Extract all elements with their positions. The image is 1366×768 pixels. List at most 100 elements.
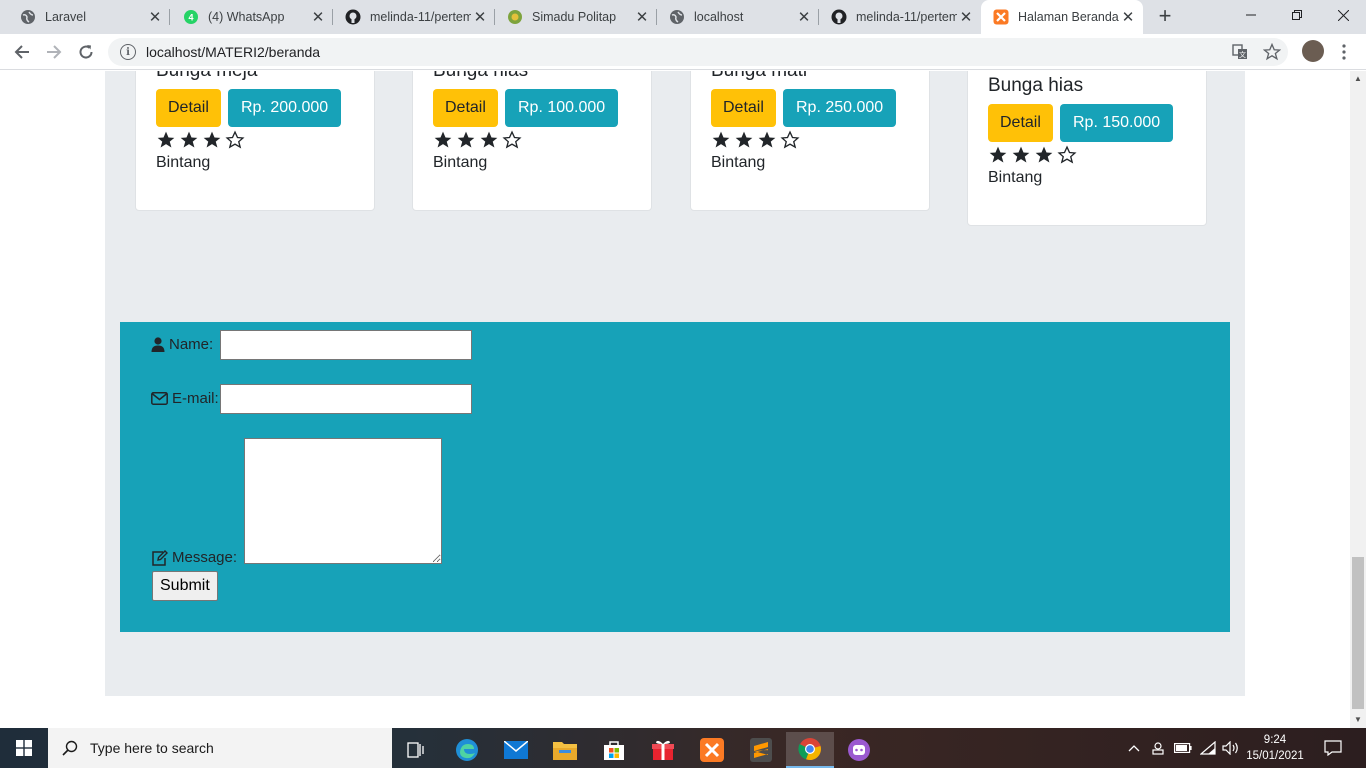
detail-button[interactable]: Detail — [988, 104, 1053, 142]
tab-title: (4) WhatsApp — [208, 10, 285, 24]
search-icon — [62, 740, 78, 756]
price-button[interactable]: Rp. 100.000 — [505, 89, 619, 127]
globe-icon — [20, 9, 36, 25]
star-filled-icon — [457, 131, 475, 148]
svg-text:4: 4 — [188, 13, 193, 23]
forward-arrow-icon — [47, 45, 62, 59]
xampp-icon — [993, 9, 1009, 25]
scroll-up-arrow-icon[interactable]: ▲ — [1350, 71, 1366, 87]
windows-taskbar: Type here to search 9:24 15/01/2021 — [0, 728, 1366, 768]
bookmark-star-icon[interactable] — [1262, 42, 1282, 62]
close-icon[interactable]: ✕ — [471, 8, 489, 26]
scroll-down-arrow-icon[interactable]: ▼ — [1350, 712, 1366, 728]
forward-button[interactable] — [40, 38, 68, 66]
taskbar-search[interactable]: Type here to search — [48, 728, 392, 768]
close-icon[interactable]: ✕ — [146, 8, 164, 26]
submit-button[interactable]: Submit — [152, 571, 218, 601]
tab-simadu[interactable]: Simadu Politap ✕ — [495, 0, 657, 34]
sublime-text-icon[interactable] — [737, 732, 785, 768]
people-icon[interactable] — [1148, 728, 1168, 768]
close-icon[interactable]: ✕ — [795, 8, 813, 26]
back-button[interactable] — [8, 38, 36, 66]
translate-icon[interactable]: 文 — [1230, 42, 1250, 62]
rating-label: Bintang — [988, 169, 1043, 186]
menu-dots-icon[interactable] — [1334, 42, 1354, 62]
close-icon[interactable]: ✕ — [309, 8, 327, 26]
page-scrollbar[interactable]: ▲ ▼ — [1350, 71, 1366, 728]
user-icon — [151, 337, 165, 352]
svg-text:文: 文 — [1239, 50, 1246, 59]
star-filled-icon — [157, 131, 175, 148]
tab-halaman-beranda[interactable]: Halaman Beranda ✕ — [981, 0, 1143, 34]
edge-icon[interactable] — [443, 732, 491, 768]
message-label: Message: — [172, 549, 238, 566]
email-label: E-mail: — [172, 390, 219, 407]
address-bar[interactable]: i localhost/MATERI2/beranda — [108, 38, 1288, 66]
star-filled-icon — [735, 131, 753, 148]
xampp-taskbar-icon[interactable] — [688, 732, 736, 768]
close-icon[interactable]: ✕ — [633, 8, 651, 26]
content-container: Bunga meja Detail Rp. 200.000 Bintang Bu… — [105, 71, 1245, 696]
tab-title: Laravel — [45, 10, 86, 24]
star-empty-icon — [225, 130, 245, 149]
close-icon[interactable]: ✕ — [1119, 8, 1137, 26]
info-icon[interactable]: i — [120, 44, 136, 60]
notification-icon[interactable] — [1320, 728, 1346, 768]
email-input[interactable] — [220, 384, 472, 414]
star-filled-icon — [1035, 146, 1053, 163]
tab-github-2[interactable]: melinda-11/pertem ✕ — [819, 0, 981, 34]
file-explorer-icon[interactable] — [541, 732, 589, 768]
restore-button[interactable] — [1274, 0, 1320, 30]
envelope-icon — [151, 392, 168, 405]
price-button[interactable]: Rp. 200.000 — [228, 89, 342, 127]
edit-icon — [152, 549, 168, 566]
start-button[interactable] — [0, 728, 48, 768]
name-input[interactable] — [220, 330, 472, 360]
microsoft-store-icon[interactable] — [590, 732, 638, 768]
battery-icon[interactable] — [1172, 728, 1194, 768]
price-button[interactable]: Rp. 150.000 — [1060, 104, 1174, 142]
message-textarea[interactable] — [244, 438, 442, 564]
star-filled-icon — [480, 131, 498, 148]
detail-button[interactable]: Detail — [711, 89, 776, 127]
whatsapp-icon: 4 — [183, 9, 199, 25]
taskbar-clock[interactable]: 9:24 15/01/2021 — [1240, 732, 1310, 764]
star-filled-icon — [434, 131, 452, 148]
task-view-icon[interactable] — [392, 732, 440, 768]
gift-icon[interactable] — [639, 732, 687, 768]
tab-title: Halaman Beranda — [1018, 10, 1119, 24]
globe-icon — [669, 9, 685, 25]
star-empty-icon — [1057, 145, 1077, 164]
browser-toolbar: i localhost/MATERI2/beranda 文 — [0, 34, 1366, 70]
chevron-up-icon[interactable] — [1124, 728, 1144, 768]
tab-localhost[interactable]: localhost ✕ — [657, 0, 819, 34]
tab-whatsapp[interactable]: 4 (4) WhatsApp ✕ — [171, 0, 333, 34]
scrollbar-thumb[interactable] — [1352, 557, 1364, 709]
minimize-button[interactable] — [1228, 0, 1274, 30]
product-title: Bunga hias — [433, 71, 528, 82]
new-tab-button[interactable]: + — [1153, 4, 1177, 28]
rating-label: Bintang — [711, 154, 766, 171]
tab-laravel[interactable]: Laravel ✕ — [8, 0, 170, 34]
tab-title: localhost — [694, 10, 744, 24]
product-card: Bunga mati Detail Rp. 250.000 Bintang — [690, 71, 930, 211]
wifi-icon[interactable] — [1198, 728, 1218, 768]
profile-avatar[interactable] — [1302, 40, 1324, 62]
message-label-group: Message: — [151, 549, 237, 566]
detail-button[interactable]: Detail — [433, 89, 498, 127]
page-viewport: Bunga meja Detail Rp. 200.000 Bintang Bu… — [0, 71, 1350, 728]
search-placeholder: Type here to search — [90, 740, 214, 756]
volume-icon[interactable] — [1220, 728, 1242, 768]
tab-github-1[interactable]: melinda-11/pertem ✕ — [333, 0, 495, 34]
purple-app-icon[interactable] — [835, 732, 883, 768]
back-arrow-icon — [14, 45, 29, 59]
price-button[interactable]: Rp. 250.000 — [783, 89, 897, 127]
close-icon[interactable]: ✕ — [957, 8, 975, 26]
detail-button[interactable]: Detail — [156, 89, 221, 127]
mail-icon[interactable] — [492, 732, 540, 768]
windows-logo-icon — [16, 740, 32, 756]
reload-button[interactable] — [72, 38, 100, 66]
chrome-icon[interactable] — [786, 732, 834, 768]
product-card: Bunga hias Detail Rp. 150.000 Bintang — [967, 71, 1207, 226]
close-window-button[interactable] — [1320, 0, 1366, 30]
